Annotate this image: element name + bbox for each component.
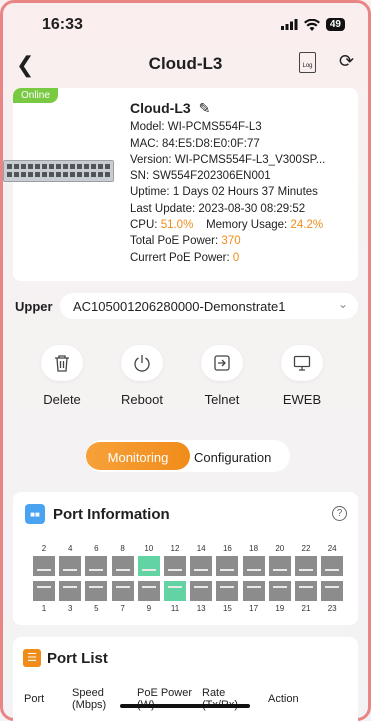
- switch-device-image: [3, 160, 114, 182]
- port-number: 5: [94, 604, 99, 613]
- port-number: 17: [249, 604, 259, 613]
- port-11[interactable]: [164, 581, 186, 601]
- port-number: 6: [94, 544, 99, 553]
- reboot-button[interactable]: Reboot: [112, 345, 172, 407]
- col-port: Port: [24, 693, 45, 705]
- port-number: 9: [146, 604, 152, 613]
- port-number: 12: [170, 544, 180, 553]
- port-14[interactable]: [190, 556, 213, 576]
- port-information-card: ■■ Port Information ? 2 4 6 8 10 12 14 16 18 20 22…: [13, 492, 358, 625]
- status-bar: 16:33 49: [0, 14, 371, 38]
- port-8[interactable]: [111, 556, 134, 576]
- poe-current: Currert PoE Power: 0: [130, 251, 240, 264]
- port-4[interactable]: [59, 556, 82, 576]
- port-number: 22: [301, 544, 311, 553]
- port-6[interactable]: [85, 556, 108, 576]
- port-5[interactable]: [85, 581, 108, 601]
- port-number: 13: [196, 604, 206, 613]
- port-2[interactable]: [33, 556, 55, 576]
- port-number: 19: [275, 604, 285, 613]
- port-number: 21: [301, 604, 311, 613]
- port-number: 11: [170, 604, 180, 613]
- poe-total: Total PoE Power: 370: [130, 235, 241, 248]
- edit-icon[interactable]: ✎: [199, 100, 211, 116]
- device-last-update: Last Update: 2023-08-30 08:29:52: [130, 202, 306, 215]
- device-info: Cloud-L3 ✎ Model: WI-PCMS554F-L3 MAC: 84…: [130, 100, 355, 266]
- port-7[interactable]: [111, 581, 134, 601]
- port-9[interactable]: [137, 581, 160, 601]
- list-icon: ☰: [23, 649, 41, 667]
- refresh-icon[interactable]: ⟳: [339, 51, 354, 72]
- port-number: 24: [327, 544, 337, 553]
- col-speed: Speed (Mbps): [72, 687, 107, 711]
- device-mac: MAC: 84:E5:D8:E0:0F:77: [130, 137, 260, 150]
- port-number: 20: [275, 544, 285, 553]
- device-version: Version: WI-PCMS554F-L3_V300SP...: [130, 153, 326, 166]
- port-info-icon: ■■: [25, 504, 45, 524]
- telnet-icon: [214, 355, 230, 371]
- port-number: 15: [222, 604, 232, 613]
- monitor-icon: [293, 355, 311, 371]
- port-list-title: Port List: [47, 649, 108, 667]
- port-15[interactable]: [216, 581, 239, 601]
- device-model: Model: WI-PCMS554F-L3: [130, 121, 262, 134]
- port-16[interactable]: [216, 556, 239, 576]
- port-20[interactable]: [268, 556, 291, 576]
- power-icon: [134, 355, 150, 372]
- port-number: 2: [41, 544, 47, 553]
- port-21[interactable]: [295, 581, 317, 601]
- upper-select[interactable]: AC105001206280000-Demonstrate1 ⌄: [60, 293, 358, 319]
- port-10[interactable]: [137, 556, 160, 576]
- device-uptime: Uptime: 1 Days 02 Hours 37 Minutes: [130, 186, 318, 199]
- tab-configuration[interactable]: Configuration: [194, 450, 271, 465]
- log-icon[interactable]: Log: [299, 52, 316, 73]
- home-indicator: [120, 704, 250, 708]
- port-number: 18: [249, 544, 259, 553]
- battery-icon: 49: [325, 18, 345, 31]
- eweb-button[interactable]: EWEB: [272, 345, 332, 407]
- port-12[interactable]: [164, 556, 186, 576]
- port-18[interactable]: [242, 556, 265, 576]
- tab-monitoring[interactable]: Monitoring: [86, 442, 190, 470]
- signal-icon: [280, 19, 298, 30]
- port-number: 7: [120, 604, 125, 613]
- device-name: Cloud-L3: [130, 100, 191, 116]
- port-number: 10: [144, 544, 154, 553]
- port-number: 14: [196, 544, 206, 553]
- port-23[interactable]: [321, 581, 344, 601]
- port-3[interactable]: [59, 581, 82, 601]
- upper-label: Upper: [15, 299, 53, 314]
- port-number: 1: [41, 604, 47, 613]
- view-tabs: Monitoring Configuration: [86, 440, 290, 472]
- device-usage: CPU: 51.0% Memory Usage: 24.2%: [130, 219, 324, 232]
- cpu-value: 51.0%: [160, 219, 194, 232]
- col-action: Action: [268, 693, 299, 705]
- telnet-button[interactable]: Telnet: [192, 345, 252, 407]
- delete-button[interactable]: Delete: [32, 345, 92, 407]
- port-number: 4: [67, 544, 73, 553]
- port-number: 3: [67, 604, 73, 613]
- port-17[interactable]: [242, 581, 265, 601]
- port-13[interactable]: [190, 581, 213, 601]
- device-sn: SN: SW554F202306EN001: [130, 170, 271, 183]
- port-22[interactable]: [295, 556, 317, 576]
- port-19[interactable]: [268, 581, 291, 601]
- port-1[interactable]: [33, 581, 55, 601]
- trash-icon: [55, 355, 69, 372]
- port-number: 23: [327, 604, 337, 613]
- chevron-down-icon: ⌄: [337, 297, 348, 311]
- wifi-icon: [303, 18, 320, 31]
- port-number: 8: [120, 544, 125, 553]
- status-time: 16:33: [42, 16, 83, 33]
- memory-value: 24.2%: [290, 219, 324, 232]
- nav-bar: ❮ Cloud-L3 Log ⟳: [0, 48, 371, 78]
- upper-row: Upper AC105001206280000-Demonstrate1 ⌄: [15, 293, 359, 319]
- port-number: 16: [222, 544, 232, 553]
- help-icon[interactable]: ?: [332, 506, 347, 521]
- status-badge: Online: [13, 88, 58, 103]
- port-24[interactable]: [321, 556, 344, 576]
- port-list-card: ☰ Port List Port Speed (Mbps) PoE Power …: [13, 637, 358, 721]
- port-info-title: Port Information: [53, 505, 170, 523]
